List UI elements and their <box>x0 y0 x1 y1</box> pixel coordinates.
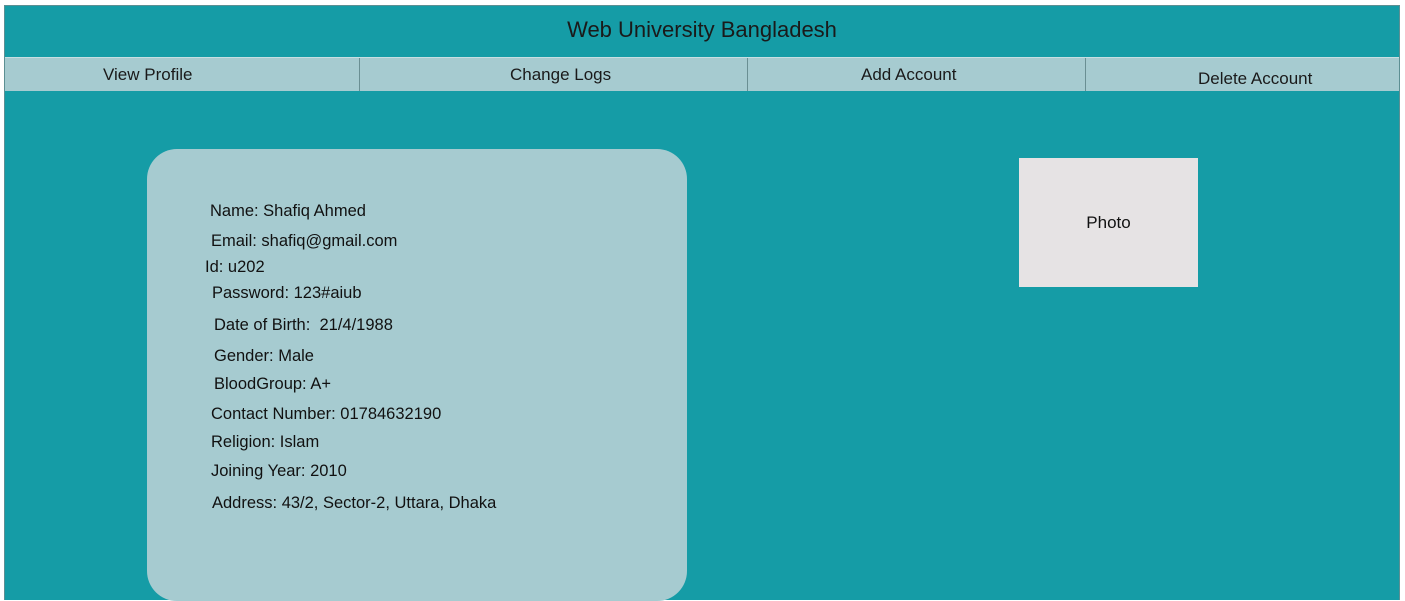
profile-password: Password: 123#aiub <box>212 284 362 302</box>
profile-contact-number: Contact Number: 01784632190 <box>211 405 442 423</box>
nav-item-label: Add Account <box>861 65 957 84</box>
nav-bar: View Profile Change Logs Add Account Del… <box>5 57 1399 91</box>
page-title: Web University Bangladesh <box>567 17 837 42</box>
profile-name: Name: Shafiq Ahmed <box>210 202 366 220</box>
profile-id: Id: u202 <box>205 258 265 276</box>
profile-address: Address: 43/2, Sector-2, Uttara, Dhaka <box>212 494 497 512</box>
nav-delete-account[interactable]: Delete Account <box>1086 58 1399 91</box>
profile-date-of-birth: Date of Birth: 21/4/1988 <box>214 316 393 334</box>
nav-add-account[interactable]: Add Account <box>748 58 1086 91</box>
profile-gender: Gender: Male <box>214 347 314 365</box>
nav-item-label: Delete Account <box>1198 69 1313 88</box>
app-frame: Web University Bangladesh View Profile C… <box>4 5 1400 601</box>
nav-change-logs[interactable]: Change Logs <box>360 58 748 91</box>
photo-label: Photo <box>1086 213 1131 232</box>
profile-religion: Religion: Islam <box>211 433 320 451</box>
profile-photo-placeholder: Photo <box>1019 158 1198 287</box>
nav-item-label: Change Logs <box>510 65 612 84</box>
nav-view-profile[interactable]: View Profile <box>5 58 360 91</box>
profile-joining-year: Joining Year: 2010 <box>211 462 347 480</box>
profile-email: Email: shafiq@gmail.com <box>211 232 398 250</box>
nav-item-label: View Profile <box>103 65 193 84</box>
profile-blood-group: BloodGroup: A+ <box>214 375 331 393</box>
profile-card: Name: Shafiq Ahmed Email: shafiq@gmail.c… <box>147 149 687 601</box>
